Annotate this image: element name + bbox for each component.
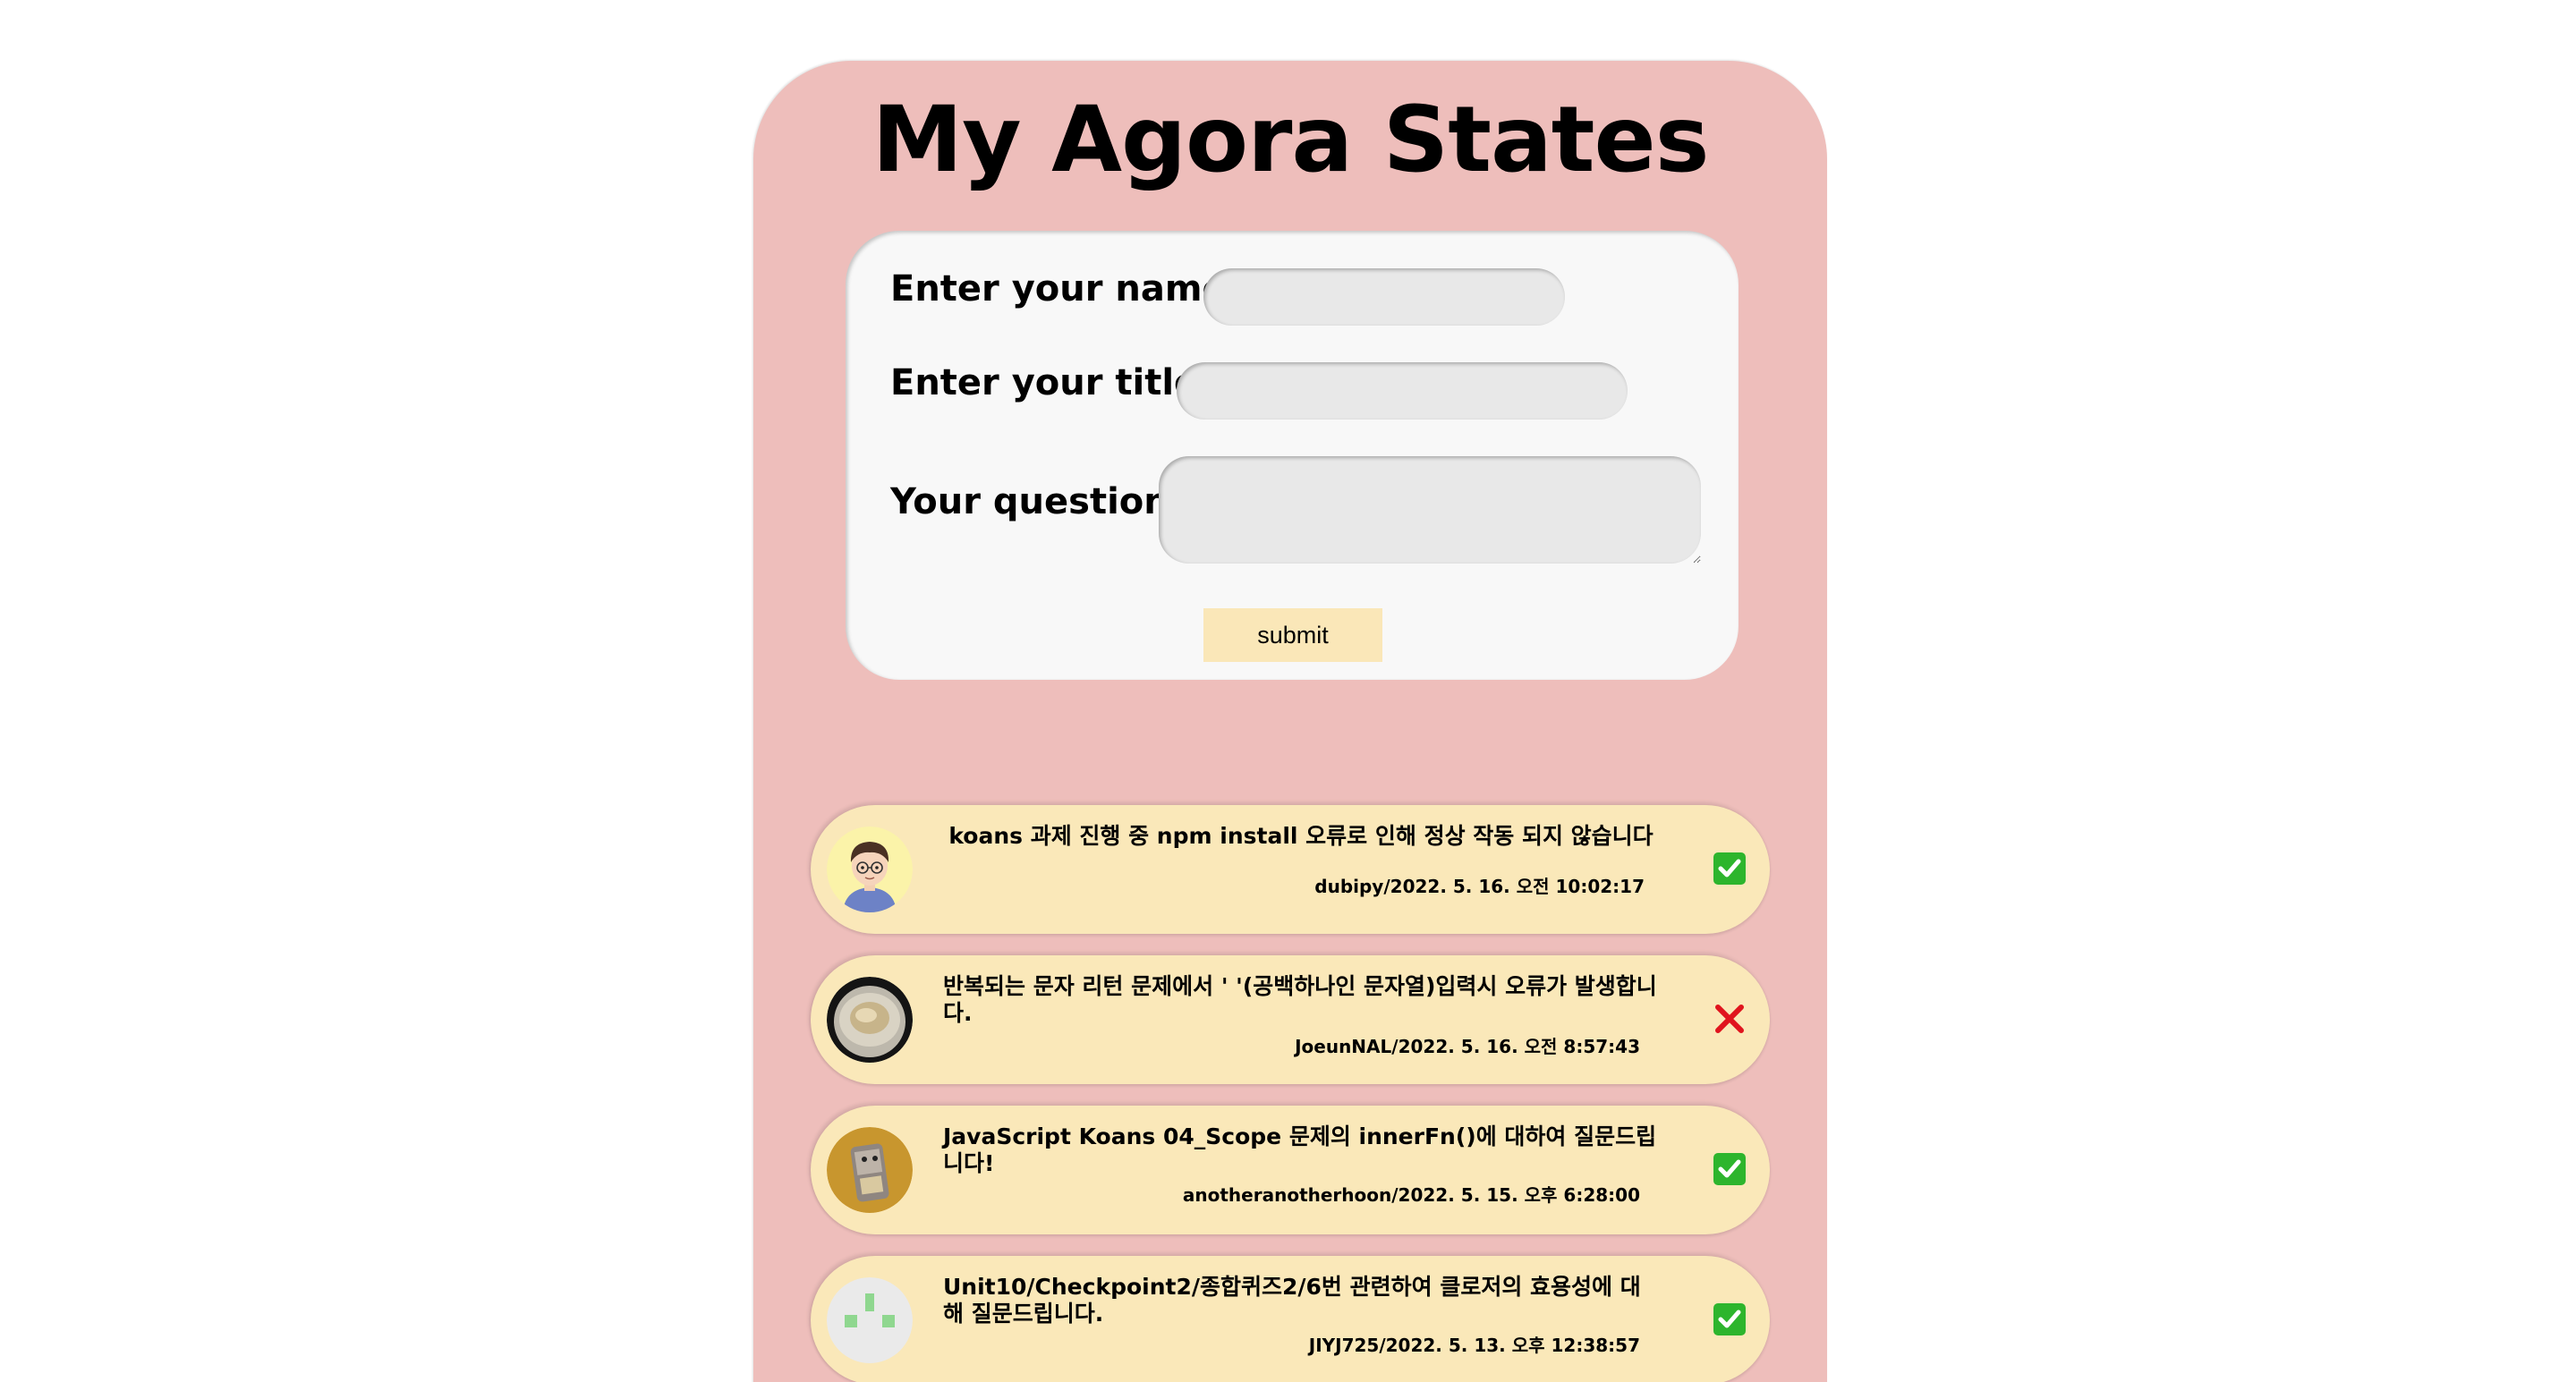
- check-mark-icon: [1713, 1152, 1747, 1186]
- title-input[interactable]: [1177, 362, 1628, 420]
- question-label: Your question:: [890, 481, 1184, 522]
- main-container: My Agora States Enter your name: Enter y…: [753, 61, 1827, 1382]
- name-label: Enter your name:: [890, 268, 1241, 309]
- cross-mark-icon: [1713, 1002, 1747, 1036]
- discussion-title[interactable]: 반복되는 문자 리턴 문제에서 ' '(공백하나인 문자열)입력시 오류가 발생…: [943, 973, 1659, 1027]
- avatar: [827, 1127, 913, 1213]
- page: My Agora States Enter your name: Enter y…: [0, 0, 2576, 1382]
- question-textarea[interactable]: [1159, 456, 1701, 564]
- discussion-item[interactable]: JavaScript Koans 04_Scope 문제의 innerFn()에…: [811, 1106, 1770, 1234]
- check-mark-icon: [1713, 852, 1747, 886]
- submit-button[interactable]: submit: [1203, 608, 1382, 662]
- discussion-item[interactable]: 반복되는 문자 리턴 문제에서 ' '(공백하나인 문자열)입력시 오류가 발생…: [811, 955, 1770, 1084]
- discussion-info: dubipy/2022. 5. 16. 오전 10:02:17: [1314, 876, 1645, 897]
- discussion-info: anotheranotherhoon/2022. 5. 15. 오후 6:28:…: [1182, 1184, 1640, 1206]
- avatar: [827, 827, 913, 912]
- discussion-item[interactable]: Unit10/Checkpoint2/종합퀴즈2/6번 관련하여 클로저의 효용…: [811, 1256, 1770, 1382]
- name-input[interactable]: [1203, 268, 1565, 326]
- discussion-info: JoeunNAL/2022. 5. 16. 오전 8:57:43: [1295, 1036, 1640, 1057]
- discussion-title[interactable]: Unit10/Checkpoint2/종합퀴즈2/6번 관련하여 클로저의 효용…: [943, 1274, 1659, 1327]
- avatar: [827, 977, 913, 1063]
- question-form: Enter your name: Enter your title: Your …: [846, 231, 1739, 680]
- discussion-title[interactable]: koans 과제 진행 중 npm install 오류로 인해 정상 작동 되…: [943, 823, 1659, 850]
- title-label: Enter your title:: [890, 362, 1213, 403]
- discussion-item[interactable]: koans 과제 진행 중 npm install 오류로 인해 정상 작동 되…: [811, 805, 1770, 934]
- avatar: [827, 1277, 913, 1363]
- discussion-title[interactable]: JavaScript Koans 04_Scope 문제의 innerFn()에…: [943, 1123, 1659, 1177]
- page-title: My Agora States: [871, 87, 1710, 193]
- discussion-info: JIYJ725/2022. 5. 13. 오후 12:38:57: [1308, 1335, 1640, 1356]
- check-mark-icon: [1713, 1302, 1747, 1336]
